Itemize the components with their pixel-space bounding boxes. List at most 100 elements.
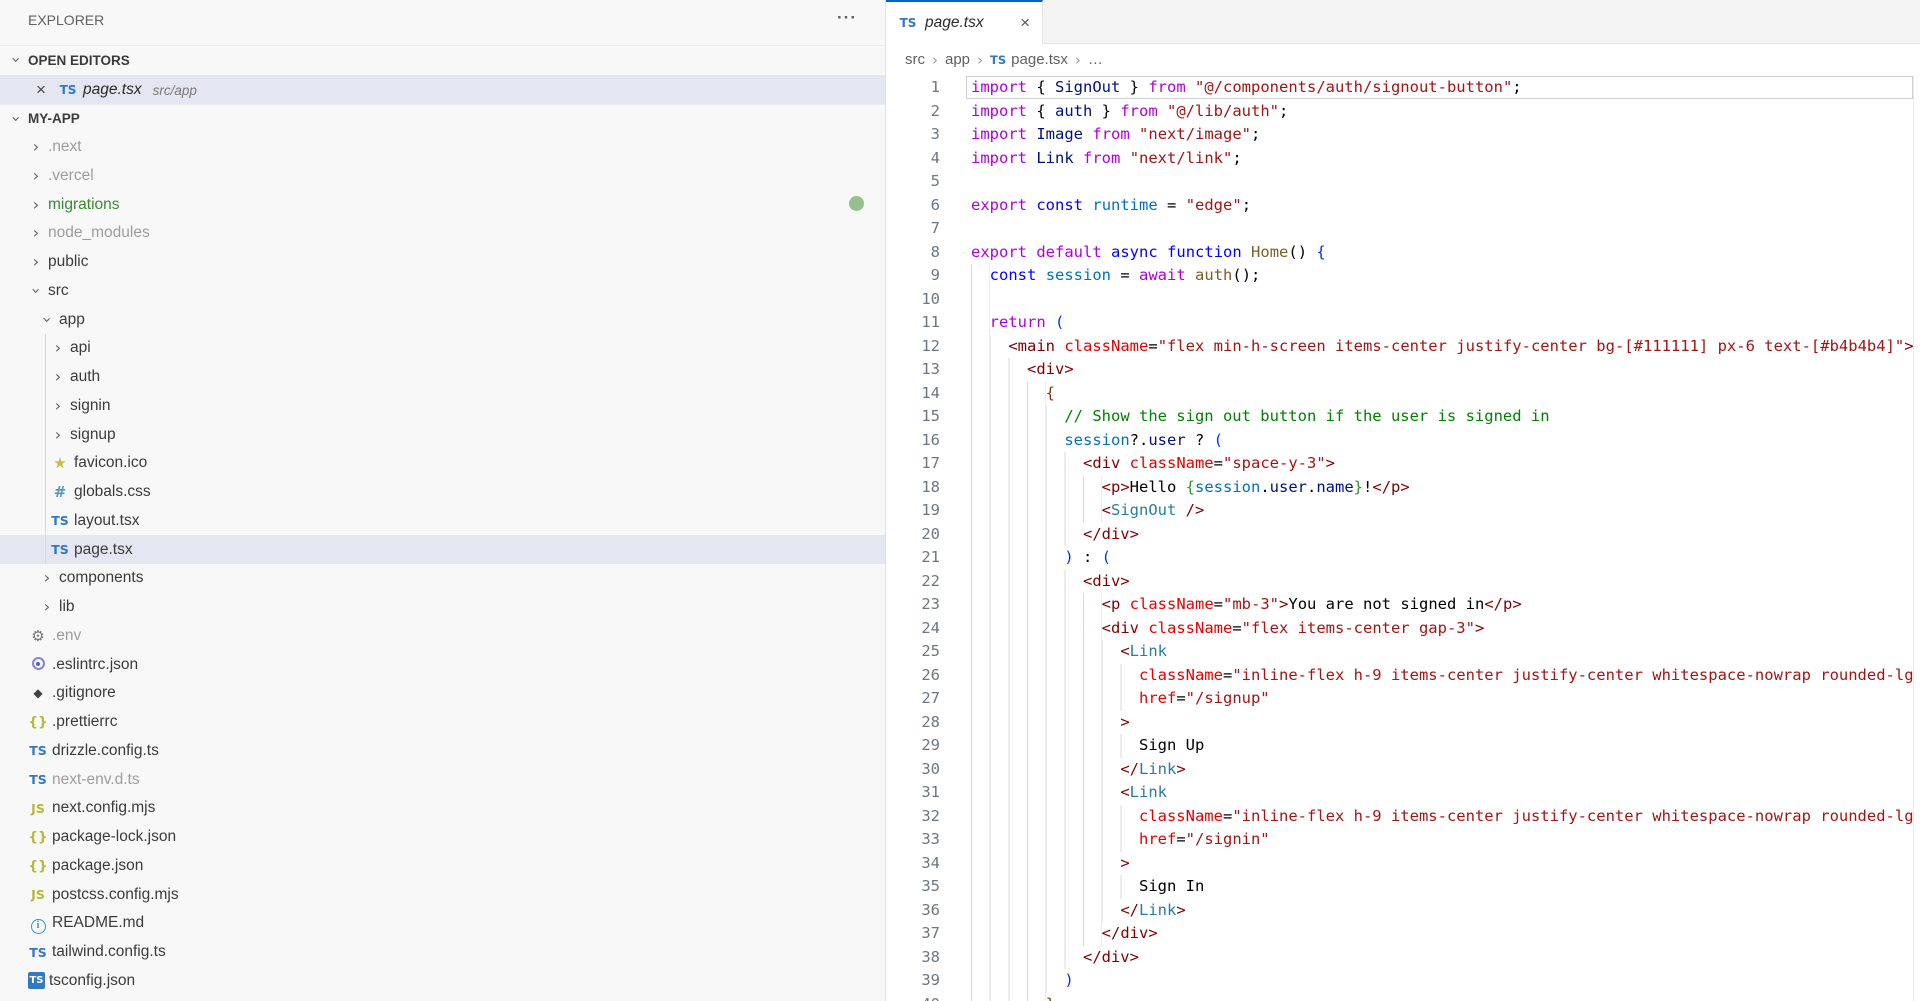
line-number[interactable]: 14: [886, 382, 940, 406]
line-number[interactable]: 10: [886, 288, 940, 312]
code-line-10[interactable]: 10: [886, 288, 1913, 312]
line-number[interactable]: 20: [886, 523, 940, 547]
code-line-27[interactable]: 27 href="/signup": [886, 687, 1913, 711]
line-number[interactable]: 16: [886, 429, 940, 453]
line-number[interactable]: 29: [886, 734, 940, 758]
line-number[interactable]: 2: [886, 100, 940, 124]
code-line-5[interactable]: 5: [886, 170, 1913, 194]
code-line-29[interactable]: 29 Sign Up: [886, 734, 1913, 758]
tree-item-migrations[interactable]: ›migrations: [0, 190, 885, 219]
tree-item-lib[interactable]: ›lib: [0, 593, 885, 622]
tree-item--prettierrc[interactable]: {}.prettierrc: [0, 708, 885, 737]
line-number[interactable]: 34: [886, 852, 940, 876]
line-number[interactable]: 40: [886, 993, 940, 1001]
tree-item-tsconfig-json[interactable]: TStsconfig.json: [0, 966, 885, 995]
line-number[interactable]: 26: [886, 664, 940, 688]
open-editor-item[interactable]: × TS page.tsx src/app: [0, 75, 885, 104]
more-actions-icon[interactable]: ···: [837, 8, 857, 28]
line-number[interactable]: 18: [886, 476, 940, 500]
tree-item-signin[interactable]: ›signin: [0, 391, 885, 420]
code-line-40[interactable]: 40 }: [886, 993, 1913, 1001]
code-line-13[interactable]: 13 <div>: [886, 358, 1913, 382]
code-line-25[interactable]: 25 <Link: [886, 640, 1913, 664]
line-number[interactable]: 39: [886, 969, 940, 993]
tree-item-package-lock-json[interactable]: {}package-lock.json: [0, 823, 885, 852]
line-number[interactable]: 13: [886, 358, 940, 382]
line-number[interactable]: 37: [886, 922, 940, 946]
chevron-right-icon[interactable]: ›: [50, 369, 66, 385]
code-line-34[interactable]: 34 >: [886, 852, 1913, 876]
line-number[interactable]: 8: [886, 241, 940, 265]
code-line-16[interactable]: 16 session?.user ? (: [886, 429, 1913, 453]
code-line-26[interactable]: 26 className="inline-flex h-9 items-cent…: [886, 664, 1913, 688]
line-number[interactable]: 9: [886, 264, 940, 288]
code-line-6[interactable]: 6export const runtime = "edge";: [886, 194, 1913, 218]
tree-item--eslintrc-json[interactable]: .eslintrc.json: [0, 650, 885, 679]
code-line-20[interactable]: 20 </div>: [886, 523, 1913, 547]
breadcrumb-file[interactable]: page.tsx: [1011, 51, 1068, 68]
breadcrumb-symbol[interactable]: …: [1088, 51, 1103, 68]
code-line-22[interactable]: 22 <div>: [886, 570, 1913, 594]
code-editor[interactable]: 1import { SignOut } from "@/components/a…: [886, 75, 1920, 1001]
line-number[interactable]: 36: [886, 899, 940, 923]
chevron-right-icon[interactable]: ›: [28, 254, 44, 270]
tree-item-globals-css[interactable]: #globals.css: [0, 478, 885, 507]
line-number[interactable]: 27: [886, 687, 940, 711]
code-line-31[interactable]: 31 <Link: [886, 781, 1913, 805]
tree-item-next-env-d-ts[interactable]: TSnext-env.d.ts: [0, 765, 885, 794]
line-number[interactable]: 15: [886, 405, 940, 429]
line-number[interactable]: 30: [886, 758, 940, 782]
chevron-down-icon[interactable]: ›: [28, 283, 44, 299]
tree-item-components[interactable]: ›components: [0, 564, 885, 593]
tree-item-readme-md[interactable]: iREADME.md: [0, 909, 885, 938]
chevron-right-icon[interactable]: ›: [28, 168, 44, 184]
tree-item-page-tsx[interactable]: TSpage.tsx: [0, 535, 885, 564]
line-number[interactable]: 28: [886, 711, 940, 735]
line-number[interactable]: 3: [886, 123, 940, 147]
code-line-12[interactable]: 12 <main className="flex min-h-screen it…: [886, 335, 1913, 359]
code-line-24[interactable]: 24 <div className="flex items-center gap…: [886, 617, 1913, 641]
breadcrumb-app[interactable]: app: [945, 51, 970, 68]
code-line-19[interactable]: 19 <SignOut />: [886, 499, 1913, 523]
code-line-9[interactable]: 9 const session = await auth();: [886, 264, 1913, 288]
tree-item-src[interactable]: ›src: [0, 276, 885, 305]
section-open-editors[interactable]: › OPEN EDITORS: [0, 45, 885, 74]
tree-item-api[interactable]: ›api: [0, 334, 885, 363]
line-number[interactable]: 1: [886, 76, 940, 100]
tree-item-next-config-mjs[interactable]: JSnext.config.mjs: [0, 794, 885, 823]
line-number[interactable]: 17: [886, 452, 940, 476]
chevron-right-icon[interactable]: ›: [28, 225, 44, 241]
code-line-35[interactable]: 35 Sign In: [886, 875, 1913, 899]
tree-item-postcss-config-mjs[interactable]: JSpostcss.config.mjs: [0, 880, 885, 909]
line-number[interactable]: 33: [886, 828, 940, 852]
code-line-32[interactable]: 32 className="inline-flex h-9 items-cent…: [886, 805, 1913, 829]
tree-item-auth[interactable]: ›auth: [0, 363, 885, 392]
code-line-28[interactable]: 28 >: [886, 711, 1913, 735]
tree-item-tailwind-config-ts[interactable]: TStailwind.config.ts: [0, 938, 885, 967]
code-line-2[interactable]: 2import { auth } from "@/lib/auth";: [886, 100, 1913, 124]
chevron-right-icon[interactable]: ›: [50, 398, 66, 414]
line-number[interactable]: 24: [886, 617, 940, 641]
chevron-down-icon[interactable]: ›: [39, 312, 55, 328]
chevron-down-icon[interactable]: ›: [8, 111, 24, 127]
line-number[interactable]: 19: [886, 499, 940, 523]
code-line-4[interactable]: 4import Link from "next/link";: [886, 147, 1913, 171]
code-line-8[interactable]: 8export default async function Home() {: [886, 241, 1913, 265]
chevron-right-icon[interactable]: ›: [28, 139, 44, 155]
code-line-3[interactable]: 3import Image from "next/image";: [886, 123, 1913, 147]
tree-item--gitignore[interactable]: ◆.gitignore: [0, 679, 885, 708]
line-number[interactable]: 23: [886, 593, 940, 617]
code-line-15[interactable]: 15 // Show the sign out button if the us…: [886, 405, 1913, 429]
code-line-36[interactable]: 36 </Link>: [886, 899, 1913, 923]
tree-item--vercel[interactable]: ›.vercel: [0, 161, 885, 190]
code-line-33[interactable]: 33 href="/signin": [886, 828, 1913, 852]
line-number[interactable]: 4: [886, 147, 940, 171]
line-number[interactable]: 11: [886, 311, 940, 335]
code-line-23[interactable]: 23 <p className="mb-3">You are not signe…: [886, 593, 1913, 617]
tab-close-icon[interactable]: ×: [1020, 13, 1030, 33]
tab-page-tsx[interactable]: TS page.tsx ×: [886, 0, 1043, 44]
line-number[interactable]: 6: [886, 194, 940, 218]
section-project-root[interactable]: › MY-APP: [0, 104, 885, 133]
line-number[interactable]: 31: [886, 781, 940, 805]
code-line-17[interactable]: 17 <div className="space-y-3">: [886, 452, 1913, 476]
